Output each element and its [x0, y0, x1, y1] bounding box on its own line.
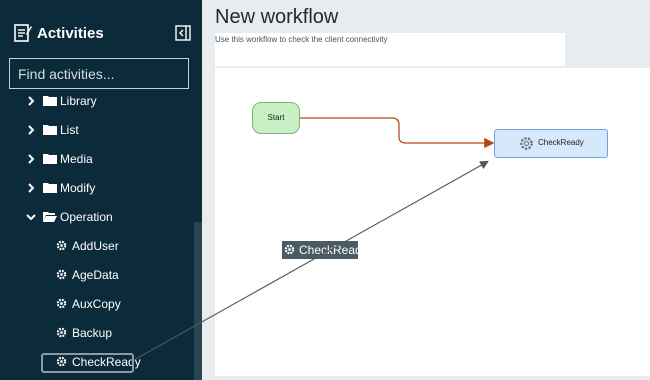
workflow-description: Use this workflow to check the client co… [215, 35, 388, 44]
gear-icon [520, 137, 533, 150]
activity-label: AuxCopy [72, 297, 121, 311]
gear-icon [56, 327, 67, 338]
folder-label: List [60, 123, 79, 137]
chevron-right-icon [28, 125, 35, 135]
sidebar-scrollbar-thumb[interactable] [194, 222, 202, 380]
activity-label: Backup [72, 326, 113, 340]
gear-icon [56, 240, 67, 251]
workflow-description-field[interactable]: Use this workflow to check the client co… [215, 33, 565, 66]
activities-icon [14, 24, 32, 42]
drag-ghost-label: CheckReady [299, 243, 368, 257]
workflow-editor: New workflow Use this workflow to check … [202, 0, 650, 380]
start-node-label: Start [267, 113, 285, 122]
gear-icon [284, 244, 295, 255]
selected-activity-highlight [41, 353, 134, 373]
folder-media[interactable]: Media [0, 146, 194, 172]
chevron-right-icon [28, 183, 35, 193]
drag-ghost-checkready: CheckReady [282, 241, 368, 259]
sidebar-title: Activities [37, 25, 104, 42]
chevron-right-icon [28, 96, 35, 106]
activity-label: AgeData [72, 268, 119, 282]
activity-label: AddUser [72, 239, 119, 253]
folder-open-icon [43, 212, 57, 222]
collapse-panel-icon[interactable] [175, 25, 191, 41]
folder-icon [43, 154, 57, 164]
sidebar-header: Activities [0, 0, 202, 55]
activity-backup[interactable]: Backup [0, 321, 194, 347]
activities-tree: Library List Media Modify Operation AddU… [0, 91, 194, 380]
activity-adduser[interactable]: AddUser [0, 234, 194, 260]
chevron-right-icon [28, 154, 35, 164]
folder-icon [43, 125, 57, 135]
activities-sidebar: Activities Library List Media Modify [0, 0, 202, 380]
folder-label: Operation [60, 210, 113, 224]
folder-modify[interactable]: Modify [0, 175, 194, 201]
activity-auxcopy[interactable]: AuxCopy [0, 292, 194, 318]
start-node[interactable]: Start [252, 102, 300, 134]
gear-icon [56, 298, 67, 309]
folder-operation[interactable]: Operation [0, 204, 194, 230]
checkready-node[interactable]: CheckReady [494, 129, 608, 158]
folder-label: Library [60, 94, 97, 108]
activity-agedata[interactable]: AgeData [0, 263, 194, 289]
workflow-title[interactable]: New workflow [215, 6, 338, 29]
folder-list[interactable]: List [0, 117, 194, 143]
folder-library[interactable]: Library [0, 91, 194, 114]
checkready-node-label: CheckReady [538, 138, 584, 147]
folder-icon [43, 183, 57, 193]
folder-label: Media [60, 152, 93, 166]
gear-icon [56, 269, 67, 280]
folder-icon [43, 96, 57, 106]
folder-label: Modify [60, 181, 96, 195]
search-activities-input[interactable] [9, 58, 189, 89]
chevron-down-icon [26, 214, 36, 221]
